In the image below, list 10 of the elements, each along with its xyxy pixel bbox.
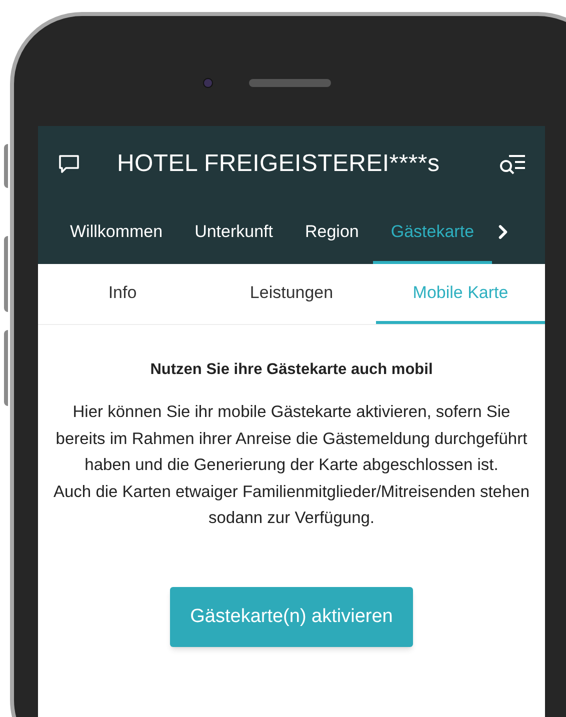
sub-tab[interactable]: Leistungen <box>207 264 376 324</box>
info-paragraph: Auch die Karten etwaiger Familienmitglieder/Mitreisenden stehen sodann zur Verfügung. <box>52 482 530 530</box>
nav-tab[interactable]: Gästekarte <box>372 202 492 264</box>
camera-icon <box>203 78 213 88</box>
info-paragraph: Hier können Sie ihr mobile Gästekarte aktivieren, sofern Sie bereits im Rahmen ihrer Anreise die Gästemeldung durchgeführt haben und die Generierung der Karte abgeschlossen ist. <box>54 402 528 476</box>
search-menu-icon[interactable] <box>499 153 527 175</box>
chat-icon[interactable] <box>58 154 80 174</box>
section-heading: Nutzen Sie ihre Gästekarte auch mobil <box>150 360 433 380</box>
hotel-title: HOTEL FREIGEISTEREI****s <box>117 149 440 179</box>
sub-tab[interactable]: Info <box>38 264 207 324</box>
